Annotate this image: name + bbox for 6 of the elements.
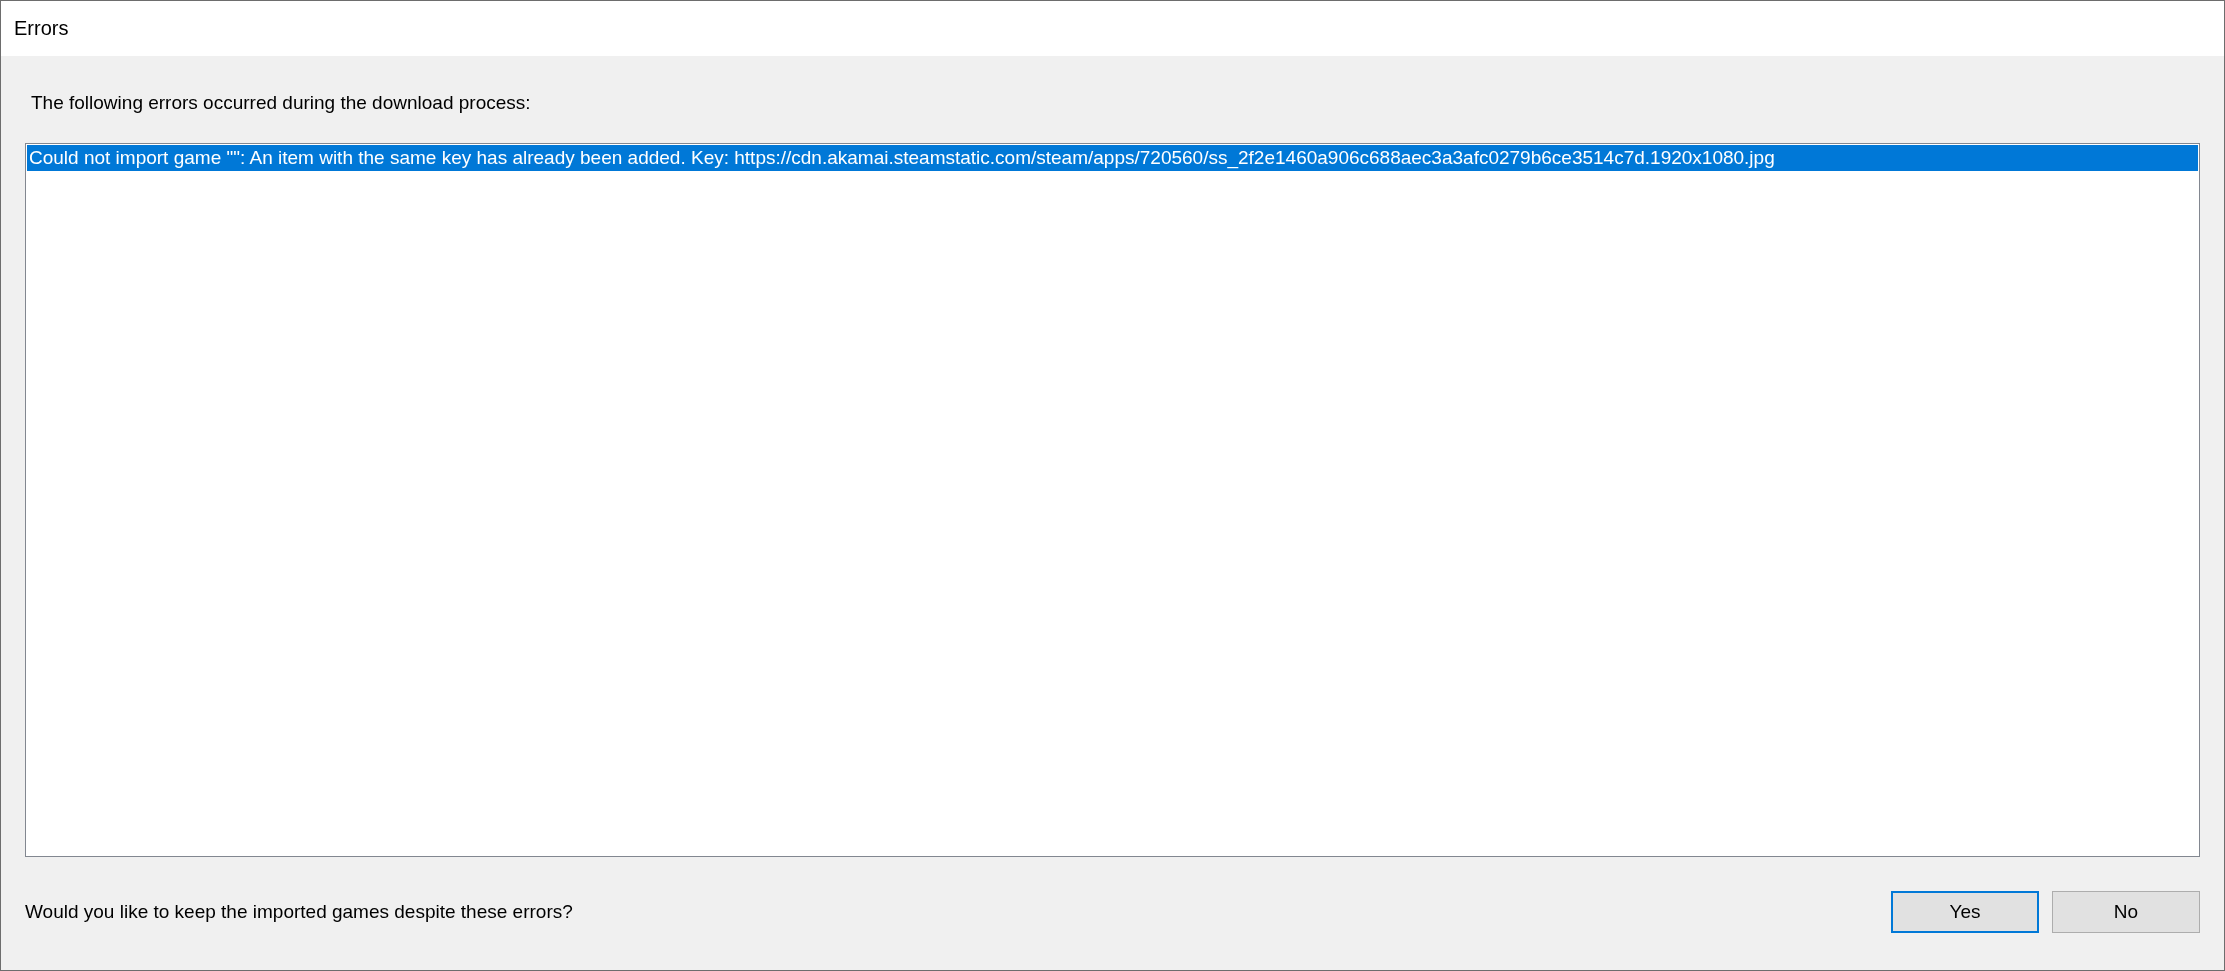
dialog-button[interactable]: Yes [1891, 890, 2039, 933]
dialog-button[interactable]: No [2052, 890, 2200, 933]
error-list-item[interactable]: Could not import game "": An item with the same key has already been added. Key: https://cdn.akamai.steamstatic.com/steam/apps/720560/ss_2f2e1460a906c688aec3a3afc0279b6ce3514c7d.1920x1080.jpg [27, 145, 2198, 171]
question-text: Would you like to keep the imported games despite these errors? [25, 900, 573, 923]
message-text: The following errors occurred during the download process: [31, 92, 532, 114]
window-title: Errors [14, 17, 69, 40]
